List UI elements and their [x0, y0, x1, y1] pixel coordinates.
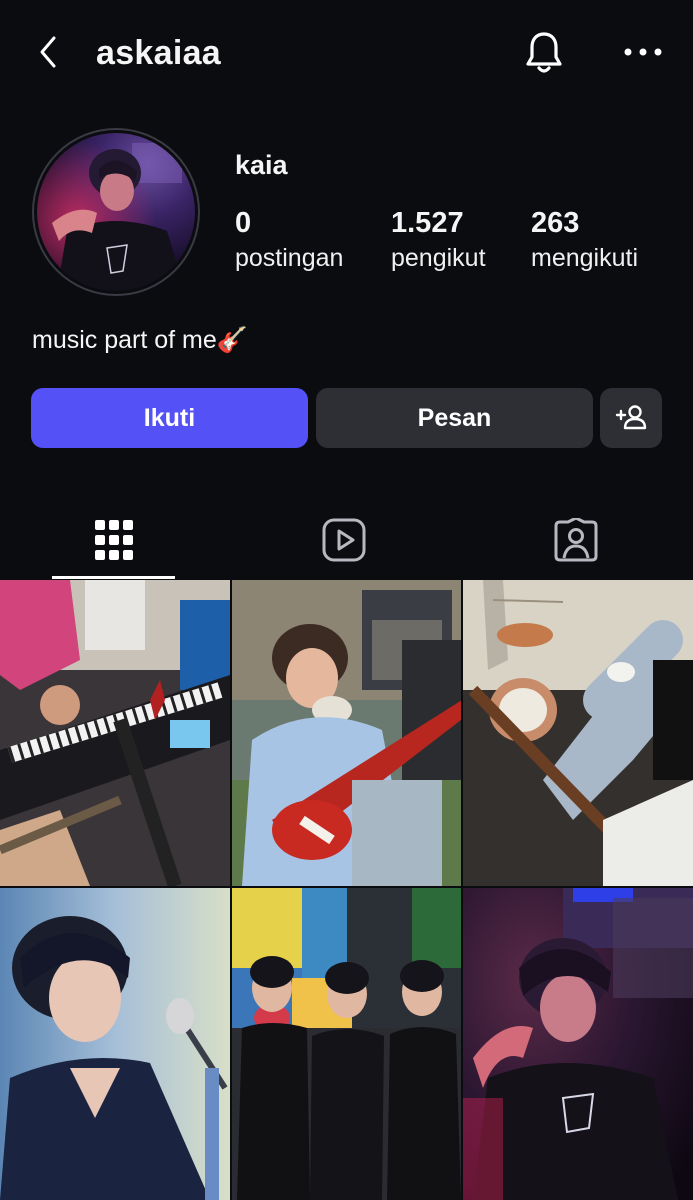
- tab-tagged[interactable]: [520, 500, 632, 580]
- tab-posts-grid[interactable]: [52, 500, 175, 580]
- stat-following[interactable]: 263 mengikuti: [531, 205, 638, 275]
- stat-followers-label: pengikut: [391, 244, 486, 272]
- stat-following-value: 263: [531, 207, 580, 239]
- avatar-photo: [37, 133, 195, 291]
- active-tab-indicator: [52, 576, 175, 579]
- display-name: kaia: [235, 150, 288, 180]
- stat-posts-value: 0: [235, 207, 252, 239]
- stat-followers[interactable]: 1.527 pengikut: [391, 205, 486, 275]
- avatar[interactable]: [32, 128, 200, 296]
- post-thumbnail-6[interactable]: [463, 888, 693, 1200]
- back-button[interactable]: [28, 30, 68, 74]
- post-thumbnail-3[interactable]: [463, 580, 693, 886]
- tab-reels[interactable]: [288, 500, 400, 580]
- more-horizontal-icon: [624, 48, 662, 56]
- profile-username: askaiaa: [96, 34, 222, 72]
- post-thumbnail-4[interactable]: [0, 888, 230, 1200]
- grid-icon: [94, 520, 133, 560]
- top-bar: askaiaa: [0, 0, 693, 108]
- post-thumbnail-5[interactable]: [232, 888, 461, 1200]
- post-thumbnail-1[interactable]: [0, 580, 230, 886]
- stat-followers-value: 1.527: [391, 207, 464, 239]
- notification-bell-button[interactable]: [518, 28, 570, 78]
- bell-icon: [526, 32, 562, 73]
- tagged-person-icon: [554, 518, 598, 562]
- profile-bio: music part of me🎸: [32, 326, 248, 354]
- chevron-left-icon: [40, 36, 56, 68]
- add-person-icon: [615, 405, 647, 430]
- suggest-people-button[interactable]: [600, 388, 662, 448]
- stat-posts[interactable]: 0 postingan: [235, 205, 343, 275]
- stat-posts-label: postingan: [235, 244, 344, 272]
- stat-following-label: mengikuti: [531, 244, 638, 272]
- reels-icon: [322, 518, 366, 562]
- follow-button[interactable]: Ikuti: [31, 388, 308, 448]
- message-button[interactable]: Pesan: [316, 388, 593, 448]
- post-thumbnail-2[interactable]: [232, 580, 461, 886]
- more-options-button[interactable]: [618, 30, 668, 74]
